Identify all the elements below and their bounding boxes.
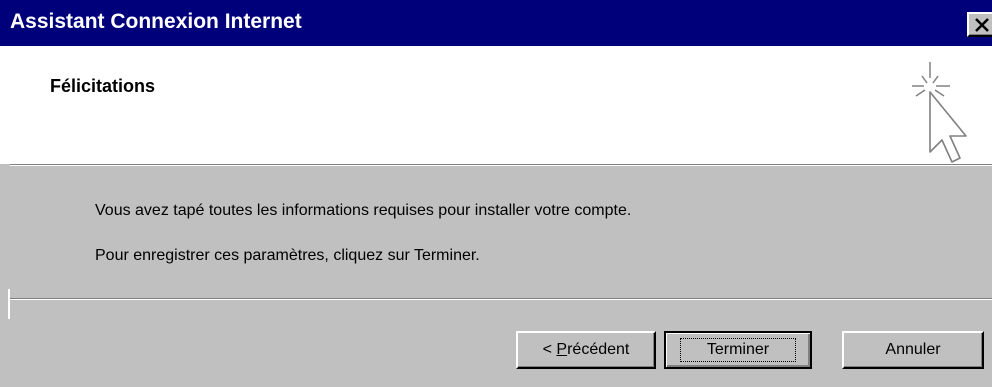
wizard-header: Félicitations: [0, 46, 992, 164]
previous-button[interactable]: < Précédent: [516, 331, 656, 369]
left-edge-highlight: [8, 289, 10, 319]
title-bar[interactable]: Assistant Connexion Internet: [0, 0, 992, 46]
info-text-complete: Vous avez tapé toutes les informations r…: [95, 202, 632, 219]
button-divider: [10, 298, 992, 300]
wizard-cursor-icon: [912, 62, 967, 163]
finish-label: Terminer: [679, 338, 797, 362]
cancel-button[interactable]: Annuler: [842, 331, 984, 369]
page-title: Félicitations: [50, 76, 156, 96]
wizard-window: Assistant Connexion Internet Félicitatio…: [0, 0, 992, 387]
previous-label-prefix: <: [542, 341, 557, 358]
close-button[interactable]: [967, 12, 992, 37]
previous-label-mnemonic: P: [556, 341, 568, 358]
info-text-save: Pour enregistrer ces paramètres, cliquez…: [95, 247, 480, 264]
previous-label-rest: récédent: [567, 341, 630, 358]
cancel-label: Annuler: [885, 341, 941, 358]
header-divider: [10, 164, 992, 166]
close-icon: [975, 18, 989, 32]
finish-button[interactable]: Terminer: [664, 331, 812, 369]
window-title: Assistant Connexion Internet: [10, 10, 302, 33]
